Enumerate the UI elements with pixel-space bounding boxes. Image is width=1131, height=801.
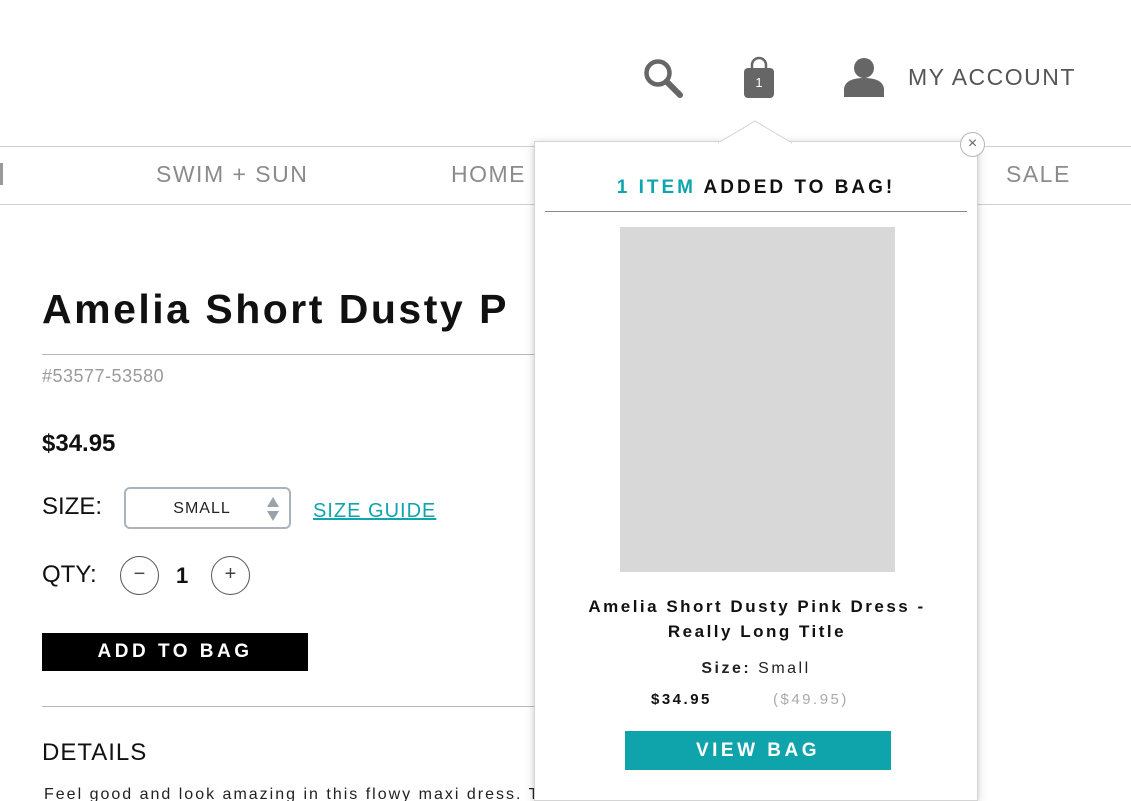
popup-item-count: 1 ITEM: [616, 177, 696, 198]
qty-decrease-button[interactable]: −: [120, 556, 159, 595]
nav-item-home[interactable]: HOME: [451, 161, 526, 188]
shopping-bag-icon[interactable]: 1: [743, 55, 775, 99]
size-label: SIZE:: [42, 493, 103, 520]
details-divider: [42, 706, 542, 707]
nav-item-swim-sun[interactable]: SWIM + SUN: [156, 161, 308, 188]
bag-count-badge: 1: [755, 75, 763, 90]
site-header: 1 MY ACCOUNT: [0, 0, 1131, 146]
title-divider: [42, 354, 542, 355]
product-title: Amelia Short Dusty P: [42, 286, 509, 332]
popup-divider: [545, 211, 967, 212]
product-image-placeholder: [620, 227, 895, 572]
select-arrows-icon: [267, 497, 279, 521]
product-sku: #53577-53580: [42, 366, 165, 386]
popup-original-price: ($49.95): [773, 691, 849, 708]
popup-caret: [718, 120, 792, 144]
product-price: $34.95: [42, 430, 116, 457]
popup-sale-price: $34.95: [651, 691, 712, 708]
popup-close-button[interactable]: ×: [960, 132, 985, 157]
popup-heading-text: ADDED TO BAG!: [703, 177, 896, 198]
qty-value: 1: [176, 563, 189, 588]
qty-label: QTY:: [42, 561, 97, 588]
popup-size-label: Size:: [701, 660, 752, 677]
popup-heading: 1 ITEM ADDED TO BAG!: [535, 177, 977, 199]
popup-size-value: Small: [758, 660, 811, 677]
size-selected-value: SMALL: [173, 500, 231, 517]
user-account-icon[interactable]: [843, 57, 885, 97]
add-to-bag-button[interactable]: ADD TO BAG: [42, 633, 308, 671]
details-heading: DETAILS: [42, 739, 148, 766]
popup-product-name: Amelia Short Dusty Pink Dress - Really L…: [588, 597, 926, 641]
search-icon[interactable]: [642, 57, 684, 99]
added-to-bag-popup: 1 ITEM ADDED TO BAG! Amelia Short Dusty …: [534, 141, 978, 801]
popup-size: Size: Small: [535, 660, 977, 678]
my-account-link[interactable]: MY ACCOUNT: [908, 64, 1076, 91]
size-select[interactable]: SMALL: [124, 487, 291, 529]
nav-item-sale[interactable]: SALE: [1006, 161, 1071, 188]
qty-increase-button[interactable]: +: [211, 556, 250, 595]
nav-item-cutoff[interactable]: [0, 163, 3, 185]
view-bag-button[interactable]: VIEW BAG: [625, 731, 891, 770]
size-guide-link[interactable]: SIZE GUIDE: [313, 500, 436, 523]
